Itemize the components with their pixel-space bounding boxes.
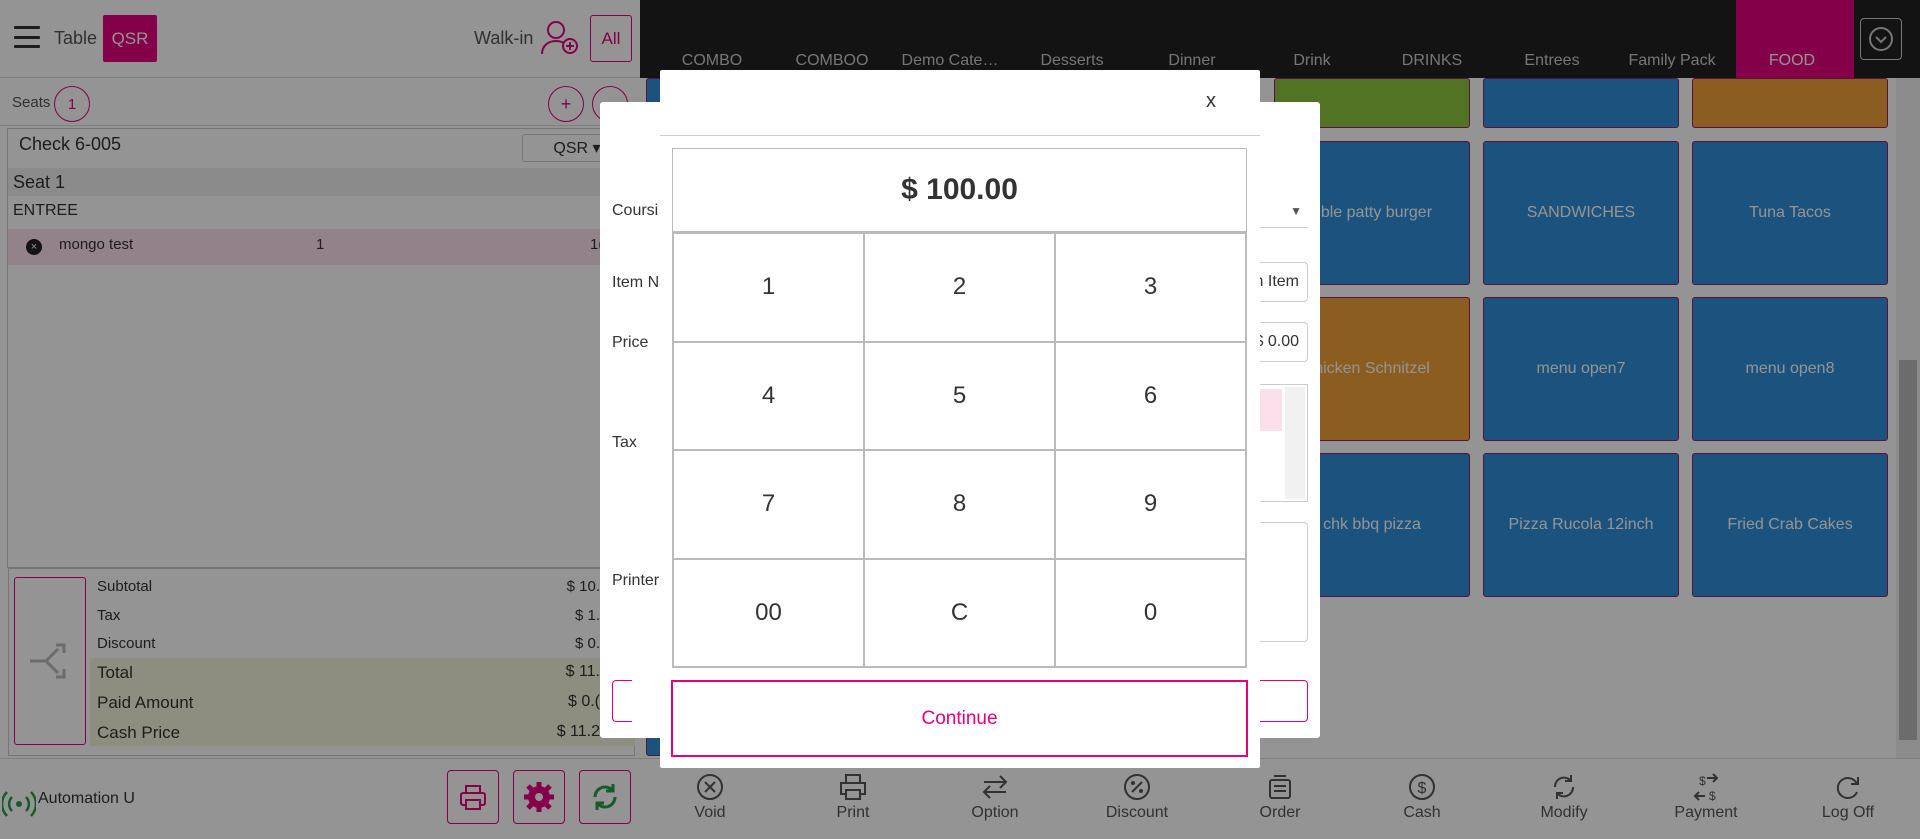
numpad-keys: 1 2 3 4 5 6 7 8 9 00 C 0 <box>672 232 1247 668</box>
tax-label-dialog: Tax <box>612 434 637 451</box>
close-button[interactable]: x <box>1206 90 1216 113</box>
continue-button[interactable]: Continue <box>671 680 1248 757</box>
key-4[interactable]: 4 <box>673 341 864 450</box>
dialog-cancel-button[interactable] <box>612 680 632 722</box>
key-clear[interactable]: C <box>864 558 1055 667</box>
key-9[interactable]: 9 <box>1055 450 1246 559</box>
key-6[interactable]: 6 <box>1055 341 1246 450</box>
key-3[interactable]: 3 <box>1055 233 1246 342</box>
key-1[interactable]: 1 <box>673 233 864 342</box>
coursing-label: Coursi <box>612 202 659 219</box>
price-label: Price <box>612 334 649 351</box>
key-8[interactable]: 8 <box>864 450 1055 559</box>
key-5[interactable]: 5 <box>864 341 1055 450</box>
key-0[interactable]: 0 <box>1055 558 1246 667</box>
numpad-divider <box>660 135 1260 136</box>
key-2[interactable]: 2 <box>864 233 1055 342</box>
printer-label: Printer <box>612 572 660 589</box>
amount-display: $ 100.00 <box>672 148 1247 232</box>
key-00[interactable]: 00 <box>673 558 864 667</box>
key-7[interactable]: 7 <box>673 450 864 559</box>
